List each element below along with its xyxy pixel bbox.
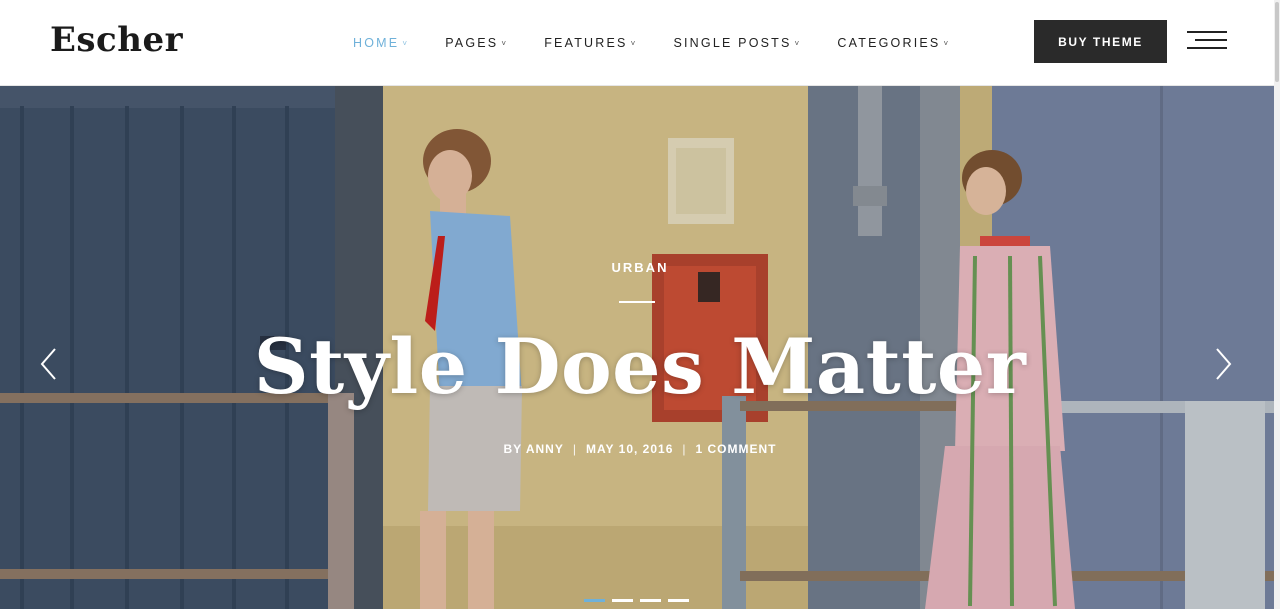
chevron-down-icon: ˅	[402, 38, 410, 48]
hamburger-line	[1187, 31, 1227, 33]
nav-item-label: FEATURES	[544, 36, 628, 50]
nav-item-pages[interactable]: PAGES ˅	[445, 36, 508, 50]
hamburger-line	[1195, 39, 1227, 41]
post-meta: BY ANNY | MAY 10, 2016 | 1 COMMENT	[0, 442, 1280, 456]
site-header: Escher HOME ˅ PAGES ˅ FEATURES ˅ SINGLE …	[0, 0, 1280, 86]
meta-separator: |	[572, 442, 577, 456]
nav-item-features[interactable]: FEATURES ˅	[544, 36, 637, 50]
nav-item-label: SINGLE POSTS	[673, 36, 792, 50]
post-date[interactable]: MAY 10, 2016	[586, 442, 673, 456]
hamburger-line	[1187, 47, 1227, 49]
post-title[interactable]: Style Does Matter	[0, 322, 1280, 412]
site-logo[interactable]: Escher	[50, 20, 183, 60]
chevron-down-icon: ˅	[943, 38, 951, 48]
chevron-down-icon: ˅	[501, 38, 509, 48]
hamburger-icon[interactable]	[1187, 31, 1227, 53]
chevron-down-icon: ˅	[630, 38, 638, 48]
buy-theme-button[interactable]: BUY THEME	[1034, 20, 1167, 63]
slider-dot[interactable]	[584, 599, 605, 602]
category-divider	[619, 301, 655, 303]
hero-slider: URBAN Style Does Matter BY ANNY | MAY 10, …	[0, 86, 1280, 609]
main-nav: HOME ˅ PAGES ˅ FEATURES ˅ SINGLE POSTS ˅…	[353, 36, 950, 50]
slider-dots	[584, 599, 696, 602]
slider-dot[interactable]	[640, 599, 661, 602]
nav-item-single-posts[interactable]: SINGLE POSTS ˅	[673, 36, 801, 50]
post-category[interactable]: URBAN	[0, 260, 1280, 275]
nav-item-label: CATEGORIES	[837, 36, 941, 50]
slider-dot[interactable]	[668, 599, 689, 602]
chevron-left-icon[interactable]	[38, 347, 60, 381]
chevron-right-icon[interactable]	[1212, 347, 1234, 381]
scrollbar-thumb[interactable]	[1275, 2, 1279, 82]
post-author[interactable]: BY ANNY	[504, 442, 564, 456]
nav-item-categories[interactable]: CATEGORIES ˅	[837, 36, 950, 50]
chevron-down-icon: ˅	[794, 38, 802, 48]
nav-item-label: HOME	[353, 36, 400, 50]
slider-dot[interactable]	[612, 599, 633, 602]
meta-separator: |	[682, 442, 687, 456]
nav-item-label: PAGES	[445, 36, 499, 50]
page-scrollbar[interactable]	[1274, 0, 1280, 609]
post-comments[interactable]: 1 COMMENT	[696, 442, 777, 456]
nav-item-home[interactable]: HOME ˅	[353, 36, 409, 50]
